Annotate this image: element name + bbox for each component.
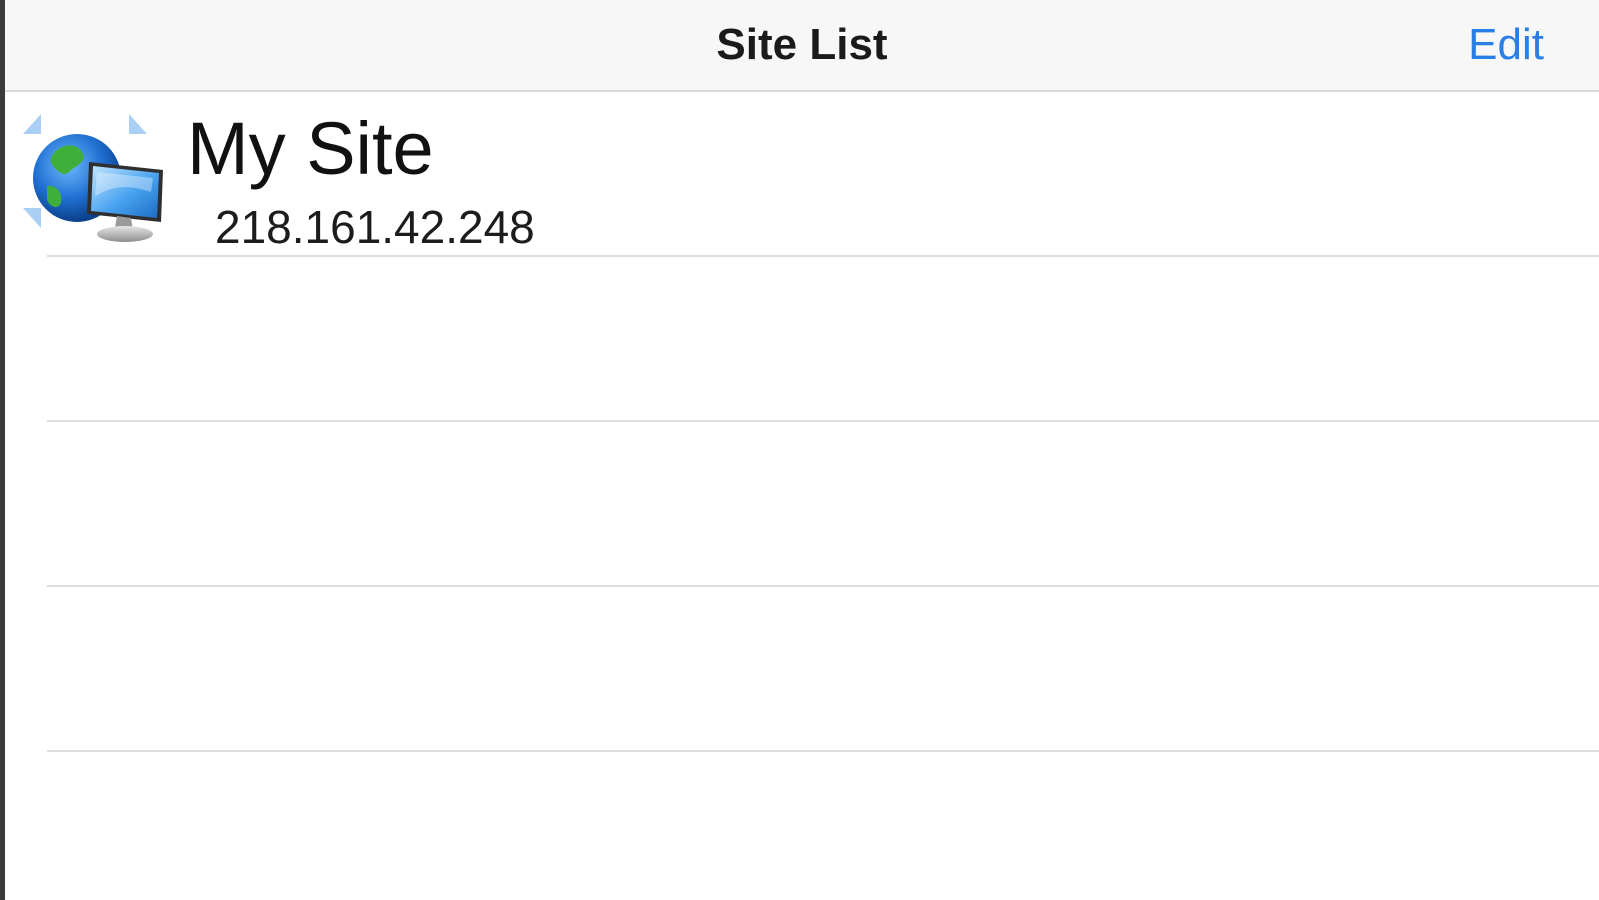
site-list: My Site 218.161.42.248 bbox=[5, 92, 1599, 900]
empty-list-row bbox=[5, 587, 1599, 752]
empty-list-row bbox=[5, 422, 1599, 587]
empty-list-row bbox=[5, 752, 1599, 900]
edit-button[interactable]: Edit bbox=[1468, 18, 1544, 72]
site-address: 218.161.42.248 bbox=[215, 201, 535, 253]
navigation-bar: Site List Edit bbox=[5, 0, 1599, 92]
site-name: My Site bbox=[187, 107, 434, 190]
site-list-item[interactable]: My Site 218.161.42.248 bbox=[5, 92, 1599, 257]
globe-monitor-icon bbox=[23, 114, 163, 242]
empty-list-row bbox=[5, 257, 1599, 422]
page-title: Site List bbox=[716, 20, 888, 69]
app-window: Site List Edit My Site 218.161.42.248 bbox=[0, 0, 1599, 900]
